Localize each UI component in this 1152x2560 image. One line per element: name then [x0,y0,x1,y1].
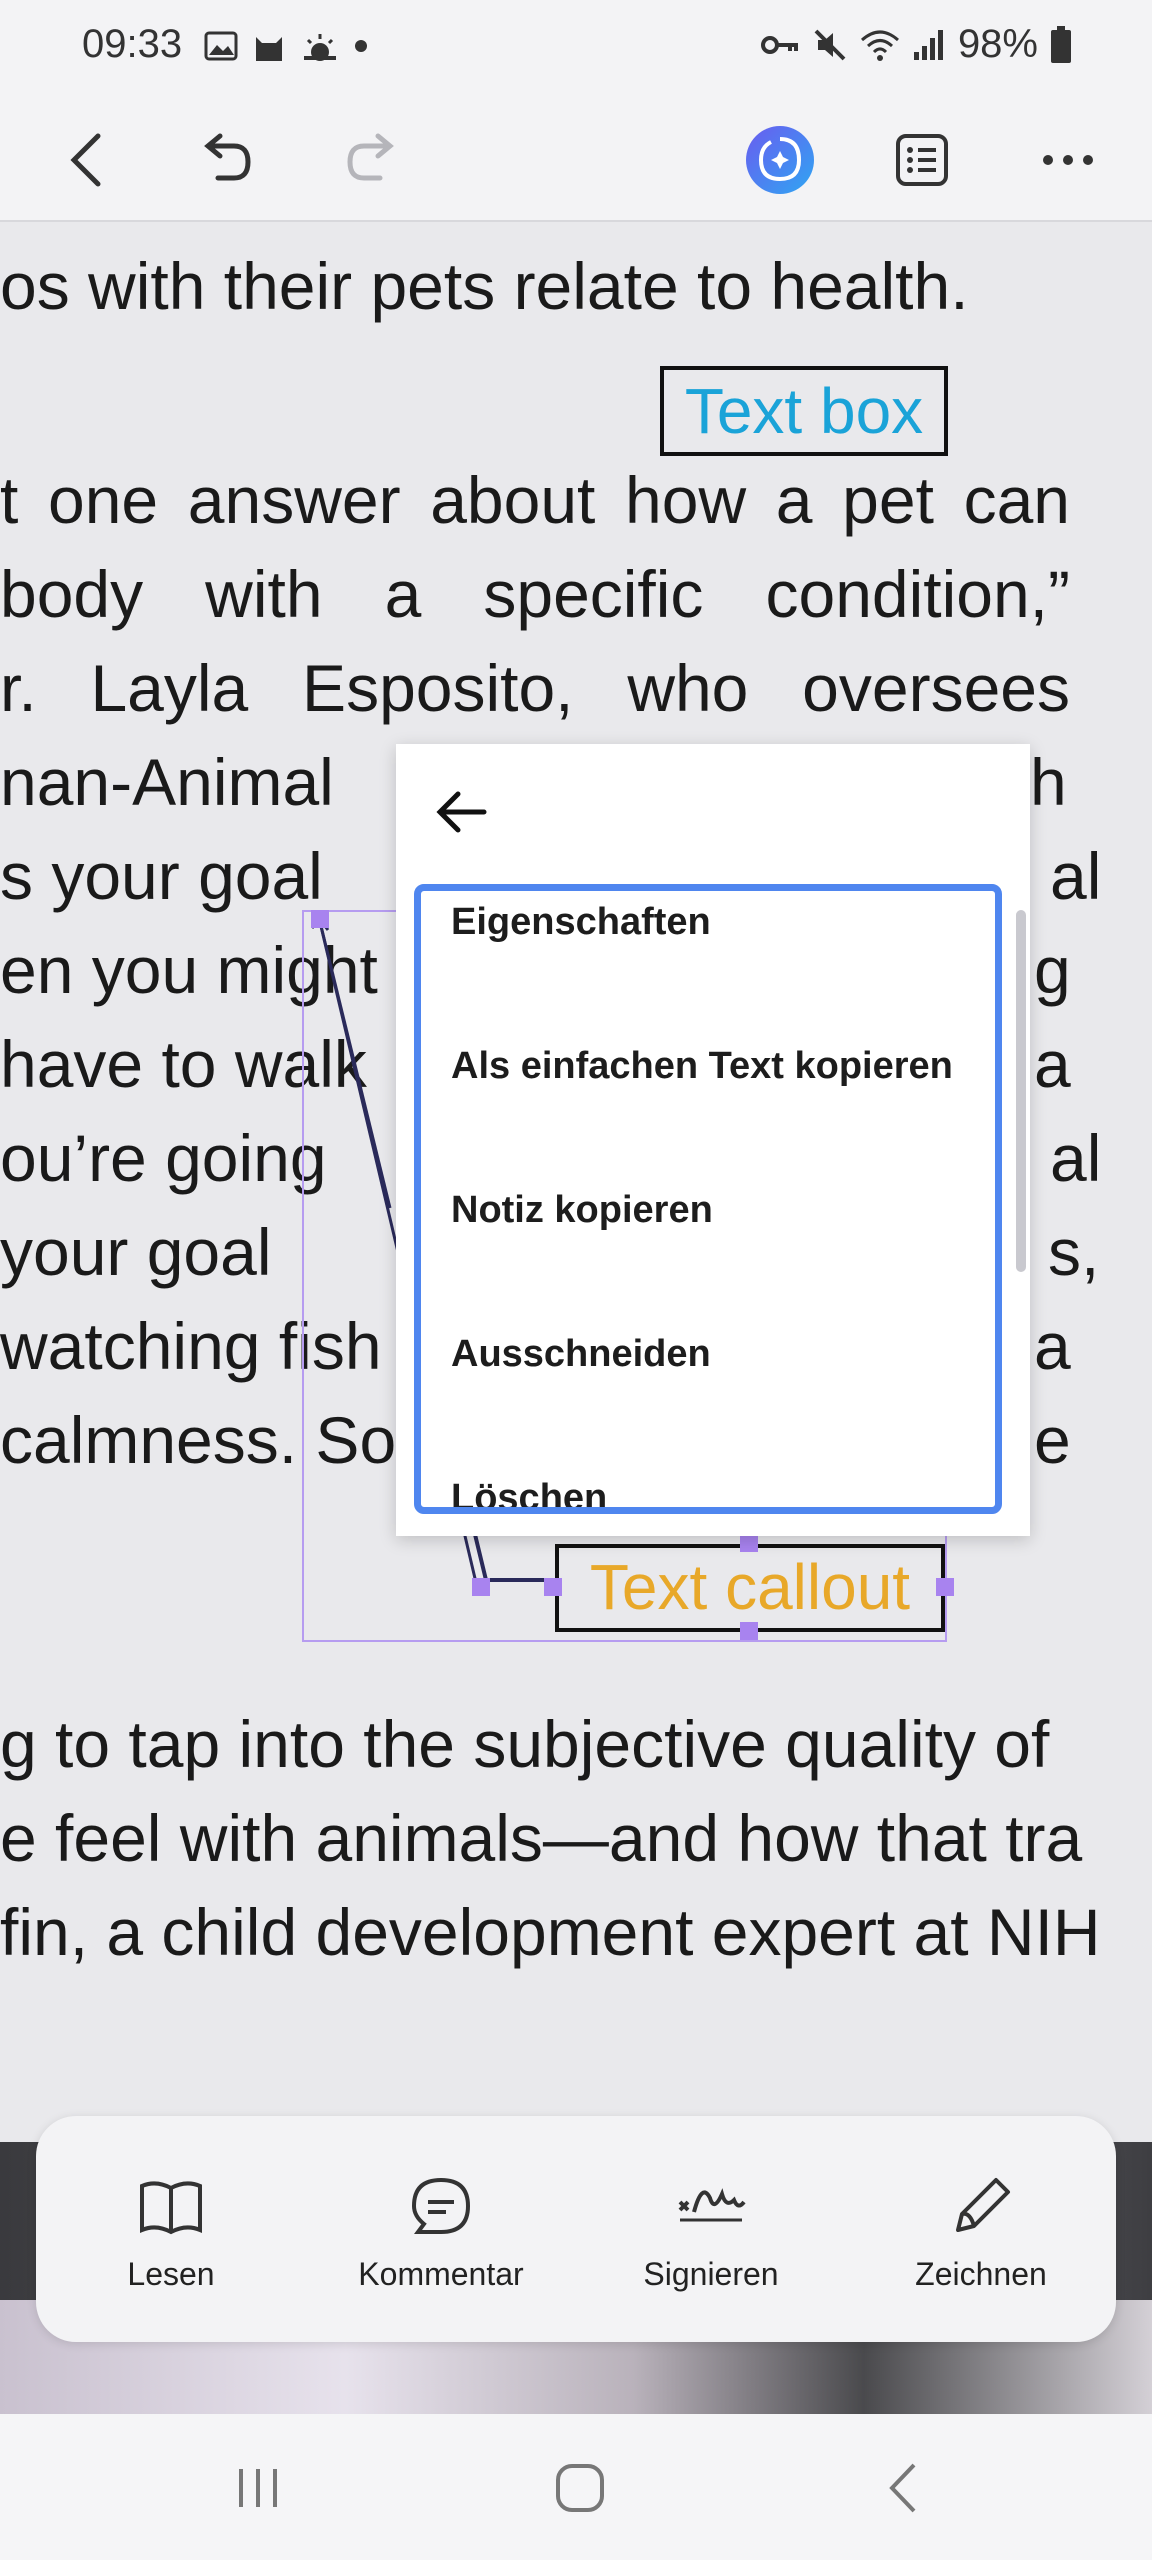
doc-line: fin, a child development expert at NIH [0,1895,1101,1969]
status-time: 09:33 [82,22,183,66]
doc-line: ou’re going [0,1121,327,1195]
doc-line: your goal [0,1215,272,1289]
doc-fragment: s, [1048,1215,1100,1289]
back-button[interactable] [46,120,126,200]
system-navigation-bar [0,2414,1152,2560]
tool-label: Lesen [127,2256,215,2292]
doc-fragment: h [1030,745,1067,819]
doc-line: s your goal [0,839,323,913]
tool-sign[interactable]: Signieren [576,2116,846,2342]
selection-handle[interactable] [936,1578,954,1596]
list-view-button[interactable] [882,120,962,200]
doc-line: t one answer about how a pet can [0,463,1070,537]
menu-item-copy-note[interactable]: Notiz kopieren [451,1189,713,1232]
recent-apps-icon [239,2469,277,2507]
menu-list: Eigenschaften Als einfachen Text kopiere… [414,884,1002,1514]
pen-icon [956,2178,1010,2232]
doc-line: e feel with animals—and how that tra [0,1801,1083,1875]
cat-icon [256,37,282,61]
doc-line: nan-Animal [0,745,334,819]
tool-comment[interactable]: Kommentar [306,2116,576,2342]
back-icon [70,133,101,187]
recent-apps-button[interactable] [218,2448,298,2528]
more-options-button[interactable] [1028,120,1108,200]
tool-draw[interactable]: Zeichnen [846,2116,1116,2342]
dot-icon [355,40,367,52]
undo-icon [204,133,251,181]
home-button[interactable] [540,2448,620,2528]
book-icon [140,2181,202,2235]
text-callout-annotation[interactable]: Text callout [555,1544,945,1632]
doc-fragment: a [1034,1309,1071,1383]
top-toolbar [0,100,1152,222]
signature-icon [678,2188,746,2222]
battery-percent: 98% [957,22,1038,66]
mute-icon [814,29,846,60]
signal-icon [913,29,943,60]
doc-fragment: al [1050,839,1102,913]
doc-line: body with a specific condition,” [0,557,1070,631]
menu-item-delete[interactable]: Löschen [451,1477,607,1507]
redo-button[interactable] [332,120,412,200]
doc-fragment: a [1034,1027,1071,1101]
tool-label: Kommentar [358,2256,524,2292]
comment-icon [411,2177,471,2234]
doc-line: r. Layla Esposito, who oversees [0,651,1070,725]
key-icon [760,35,798,54]
wifi-icon [860,30,899,61]
arrow-left-icon [436,791,487,833]
undo-button[interactable] [186,120,266,200]
tool-label: Zeichnen [915,2256,1047,2292]
gallery-icon [204,31,238,61]
notification-icons [204,26,368,66]
chevron-left-icon [889,2463,916,2513]
menu-item-copy-as-text[interactable]: Als einfachen Text kopieren [451,1045,953,1088]
weather-icon [304,34,336,61]
doc-fragment: g [1034,933,1071,1007]
doc-line: os with their pets relate to health. [0,249,969,323]
selection-handle[interactable] [740,1534,758,1552]
ai-assistant-button[interactable] [740,120,820,200]
battery-icon [1051,25,1071,63]
system-back-button[interactable] [862,2448,942,2528]
bottom-tool-bar: Lesen Kommentar Signieren Zeichnen [36,2116,1116,2342]
doc-fragment: al [1050,1121,1102,1195]
annotation-context-menu: Eigenschaften Als einfachen Text kopiere… [396,744,1030,1536]
home-icon [556,2464,604,2512]
doc-fragment: e [1034,1403,1071,1477]
selection-handle[interactable] [472,1578,490,1596]
redo-icon [347,133,394,181]
text-box-annotation[interactable]: Text box [660,366,948,456]
selection-handle[interactable] [544,1578,562,1596]
tool-read[interactable]: Lesen [36,2116,306,2342]
system-icons: 98% [760,22,1072,67]
doc-line: g to tap into the subjective quality of [0,1707,1050,1781]
tool-label: Signieren [643,2256,779,2292]
more-icon [1043,155,1093,165]
menu-item-cut[interactable]: Ausschneiden [451,1333,711,1376]
list-view-icon [896,134,948,186]
selection-handle[interactable] [740,1622,758,1640]
status-bar: 09:33 98% [0,0,1152,100]
menu-scrollbar[interactable] [1016,910,1026,1272]
ai-assistant-icon [746,126,814,194]
selection-handle[interactable] [311,910,329,928]
menu-back-button[interactable] [432,782,492,842]
menu-item-properties[interactable]: Eigenschaften [451,901,711,944]
